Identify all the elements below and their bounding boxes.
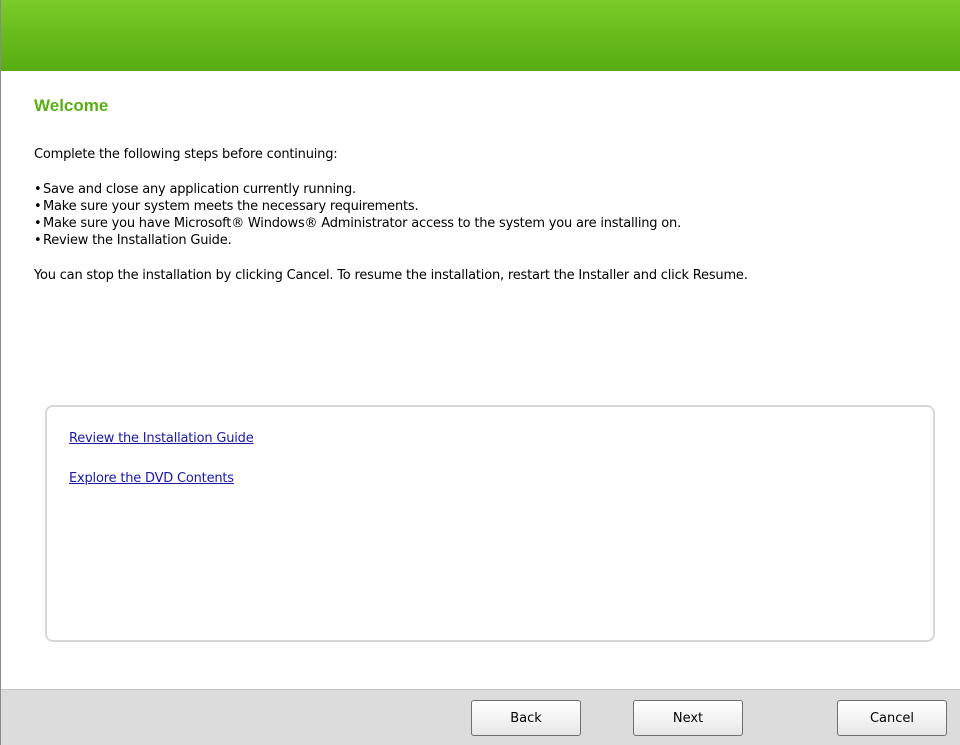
step-item: • Save and close any application current… bbox=[34, 181, 934, 198]
links-panel: Review the Installation Guide Explore th… bbox=[45, 405, 935, 642]
steps-list: • Save and close any application current… bbox=[34, 181, 934, 249]
step-item: • Review the Installation Guide. bbox=[34, 232, 934, 249]
step-item: • Make sure you have Microsoft® Windows®… bbox=[34, 215, 934, 232]
cancel-resume-note: You can stop the installation by clickin… bbox=[34, 268, 748, 283]
back-button[interactable]: Back bbox=[471, 700, 581, 736]
bullet-icon: • bbox=[34, 182, 42, 197]
bullet-icon: • bbox=[34, 199, 42, 214]
intro-text: Complete the following steps before cont… bbox=[34, 147, 338, 162]
cancel-button[interactable]: Cancel bbox=[837, 700, 947, 736]
page-title: Welcome bbox=[34, 96, 109, 115]
welcome-content: Welcome Complete the following steps bef… bbox=[34, 96, 934, 284]
installation-guide-link[interactable]: Review the Installation Guide bbox=[69, 431, 254, 446]
installer-window: Welcome Complete the following steps bef… bbox=[0, 0, 960, 745]
button-bar: Back Next Cancel bbox=[1, 689, 960, 745]
bullet-icon: • bbox=[34, 233, 42, 248]
dvd-contents-link[interactable]: Explore the DVD Contents bbox=[69, 471, 234, 486]
next-button[interactable]: Next bbox=[633, 700, 743, 736]
step-text: Make sure you have Microsoft® Windows® A… bbox=[43, 216, 681, 231]
step-text: Save and close any application currently… bbox=[43, 182, 356, 197]
bullet-icon: • bbox=[34, 216, 42, 231]
step-text: Make sure your system meets the necessar… bbox=[43, 199, 419, 214]
step-item: • Make sure your system meets the necess… bbox=[34, 198, 934, 215]
header-banner bbox=[1, 0, 960, 71]
step-text: Review the Installation Guide. bbox=[43, 233, 232, 248]
